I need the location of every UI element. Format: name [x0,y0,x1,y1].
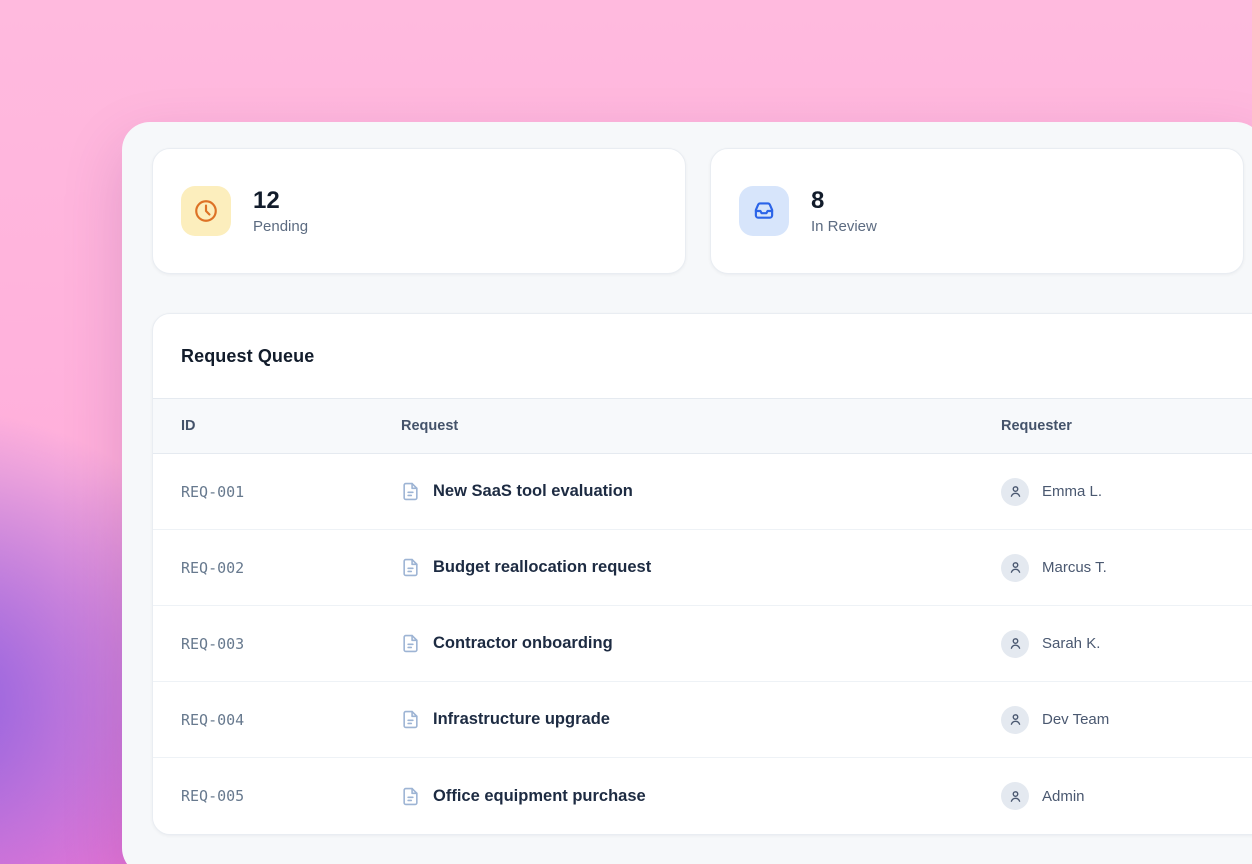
avatar [1001,782,1029,810]
file-text-icon [401,710,420,729]
stat-card-in-review[interactable]: 8 In Review [710,148,1244,274]
avatar [1001,630,1029,658]
stat-label-pending: Pending [253,218,308,235]
table-row[interactable]: REQ-003 Contractor onboarding [153,606,1252,682]
request-id: REQ-003 [181,635,401,653]
table-header-row: ID Request Requester [153,398,1252,454]
file-text-icon [401,634,420,653]
requester-name: Marcus T. [1042,559,1107,576]
request-title: Infrastructure upgrade [433,710,610,729]
requester-name: Emma L. [1042,483,1102,500]
requester-cell: Marcus T. [1001,554,1252,582]
user-icon [1008,789,1023,804]
requester-name: Dev Team [1042,711,1109,728]
user-icon [1008,560,1023,575]
main-panel: 12 Pending 8 In Review Request Queue ID … [122,122,1252,864]
request-cell: New SaaS tool evaluation [401,482,1001,501]
request-cell: Infrastructure upgrade [401,710,1001,729]
avatar [1001,554,1029,582]
table-title-bar: Request Queue [153,314,1252,398]
requester-cell: Admin [1001,782,1252,810]
column-header-request: Request [401,418,1001,434]
stat-label-in-review: In Review [811,218,877,235]
requester-cell: Emma L. [1001,478,1252,506]
stats-row: 12 Pending 8 In Review [152,148,1244,274]
stat-value-pending: 12 [253,187,308,215]
column-header-requester: Requester [1001,418,1252,434]
request-id: REQ-004 [181,711,401,729]
request-cell: Budget reallocation request [401,558,1001,577]
requester-cell: Dev Team [1001,706,1252,734]
request-title: New SaaS tool evaluation [433,482,633,501]
request-queue-card: Request Queue ID Request Requester REQ-0… [152,313,1252,835]
inbox-icon [739,186,789,236]
request-id: REQ-001 [181,483,401,501]
desktop-background: { "stats": [ { "value": "12", "label": "… [0,0,1252,864]
file-text-icon [401,558,420,577]
stat-text: 12 Pending [253,187,308,236]
table-row[interactable]: REQ-001 New SaaS tool evaluation [153,454,1252,530]
stat-value-in-review: 8 [811,187,877,215]
request-id: REQ-005 [181,787,401,805]
requester-name: Sarah K. [1042,635,1100,652]
requester-name: Admin [1042,788,1085,805]
table-title: Request Queue [181,346,314,367]
user-icon [1008,712,1023,727]
table-row[interactable]: REQ-004 Infrastructure upgrade [153,682,1252,758]
avatar [1001,706,1029,734]
request-cell: Contractor onboarding [401,634,1001,653]
stat-text: 8 In Review [811,187,877,236]
requester-cell: Sarah K. [1001,630,1252,658]
request-cell: Office equipment purchase [401,787,1001,806]
request-id: REQ-002 [181,559,401,577]
file-text-icon [401,482,420,501]
user-icon [1008,484,1023,499]
request-title: Contractor onboarding [433,634,613,653]
table-row[interactable]: REQ-005 Office equipment purchase [153,758,1252,834]
request-title: Office equipment purchase [433,787,646,806]
stat-card-pending[interactable]: 12 Pending [152,148,686,274]
column-header-id: ID [181,418,401,434]
file-text-icon [401,787,420,806]
avatar [1001,478,1029,506]
user-icon [1008,636,1023,651]
request-title: Budget reallocation request [433,558,651,577]
table-row[interactable]: REQ-002 Budget reallocation request [153,530,1252,606]
clock-icon [181,186,231,236]
